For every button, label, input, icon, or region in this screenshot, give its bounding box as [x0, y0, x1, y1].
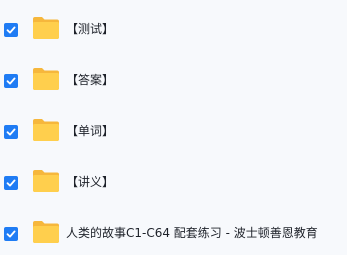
- list-item[interactable]: 【答案】: [0, 66, 347, 96]
- file-list: 【测试】 【答案】 【单词】 【讲义】 人类的故事C1-C64 配套练习 - 波…: [0, 0, 347, 255]
- checkbox-checked-icon[interactable]: [4, 227, 18, 241]
- list-item[interactable]: 人类的故事C1-C64 配套练习 - 波士顿善恩教育: [0, 219, 347, 249]
- checkbox-checked-icon[interactable]: [4, 74, 18, 88]
- checkbox-checked-icon[interactable]: [4, 176, 18, 190]
- checkbox-checked-icon[interactable]: [4, 125, 18, 139]
- list-item[interactable]: 【讲义】: [0, 168, 347, 198]
- file-name[interactable]: 【单词】: [66, 124, 114, 138]
- folder-icon: [32, 67, 60, 91]
- file-name[interactable]: 【测试】: [66, 22, 114, 36]
- file-name[interactable]: 【讲义】: [66, 175, 114, 189]
- folder-icon: [32, 220, 60, 244]
- file-name[interactable]: 人类的故事C1-C64 配套练习 - 波士顿善恩教育: [66, 226, 318, 240]
- folder-icon: [32, 118, 60, 142]
- list-item[interactable]: 【测试】: [0, 15, 347, 45]
- list-item[interactable]: 【单词】: [0, 117, 347, 147]
- file-name[interactable]: 【答案】: [66, 73, 114, 87]
- folder-icon: [32, 16, 60, 40]
- folder-icon: [32, 169, 60, 193]
- checkbox-checked-icon[interactable]: [4, 23, 18, 37]
